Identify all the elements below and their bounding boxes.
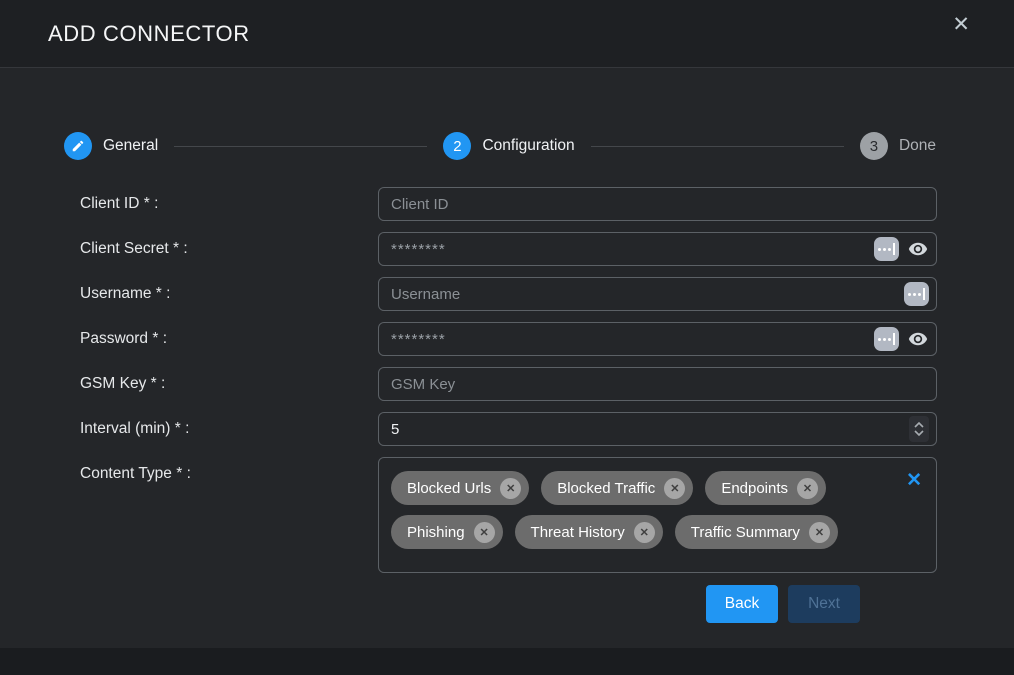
- clear-all-icon[interactable]: ✕: [906, 471, 922, 490]
- password-autofill-icon[interactable]: [904, 282, 929, 306]
- close-icon[interactable]: ✕: [952, 14, 970, 35]
- chip-remove-icon[interactable]: ✕: [474, 522, 495, 543]
- password-autofill-icon[interactable]: [874, 327, 899, 351]
- stepper-connector-line: [174, 146, 427, 147]
- stepper: General 2 Configuration 3 Done: [0, 132, 1014, 160]
- chip-remove-icon[interactable]: ✕: [500, 478, 521, 499]
- form-row-username: Username * :: [80, 277, 937, 311]
- chip-remove-icon[interactable]: ✕: [809, 522, 830, 543]
- gsm-key-input-wrap: [378, 367, 937, 401]
- chip-traffic-summary: Traffic Summary ✕: [675, 515, 838, 549]
- client-id-field[interactable]: [378, 187, 937, 221]
- form-row-client-id: Client ID * :: [80, 187, 937, 221]
- eye-icon[interactable]: [907, 238, 929, 260]
- stepper-step-general[interactable]: General: [64, 132, 158, 160]
- username-field[interactable]: [378, 277, 937, 311]
- interval-input-wrap: [378, 412, 937, 446]
- gsm-key-field[interactable]: [378, 367, 937, 401]
- step-number-3: 3: [860, 132, 888, 160]
- step-number-2: 2: [443, 132, 471, 160]
- content-type-label: Content Type * :: [80, 457, 378, 483]
- next-button[interactable]: Next: [788, 585, 860, 623]
- client-secret-input-wrap: [378, 232, 937, 266]
- form-row-gsm-key: GSM Key * :: [80, 367, 937, 401]
- chip-list: Blocked Urls ✕ Blocked Traffic ✕ Endpoin…: [385, 466, 890, 554]
- chip-remove-icon[interactable]: ✕: [797, 478, 818, 499]
- username-input-wrap: [378, 277, 937, 311]
- password-label: Password * :: [80, 330, 378, 348]
- form-row-content-type: Content Type * : Blocked Urls ✕ Blocked …: [80, 457, 937, 573]
- password-input-wrap: [378, 322, 937, 356]
- step-label-done: Done: [899, 137, 936, 155]
- form-row-client-secret: Client Secret * :: [80, 232, 937, 266]
- chip-endpoints: Endpoints ✕: [705, 471, 826, 505]
- chip-remove-icon[interactable]: ✕: [664, 478, 685, 499]
- password-field[interactable]: [378, 322, 937, 356]
- add-connector-dialog: ADD CONNECTOR ✕ General 2 Configuration …: [0, 0, 1014, 675]
- pencil-icon: [64, 132, 92, 160]
- number-stepper-icon[interactable]: [909, 416, 929, 442]
- chip-threat-history: Threat History ✕: [515, 515, 663, 549]
- gsm-key-label: GSM Key * :: [80, 375, 378, 393]
- client-secret-label: Client Secret * :: [80, 240, 378, 258]
- content-type-multiselect[interactable]: Blocked Urls ✕ Blocked Traffic ✕ Endpoin…: [378, 457, 937, 573]
- interval-field[interactable]: [378, 412, 937, 446]
- page-title: ADD CONNECTOR: [48, 21, 250, 47]
- chip-remove-icon[interactable]: ✕: [634, 522, 655, 543]
- client-id-input-wrap: [378, 187, 937, 221]
- chip-blocked-urls: Blocked Urls ✕: [391, 471, 529, 505]
- back-button[interactable]: Back: [706, 585, 778, 623]
- password-autofill-icon[interactable]: [874, 237, 899, 261]
- interval-label: Interval (min) * :: [80, 420, 378, 438]
- form-row-interval: Interval (min) * :: [80, 412, 937, 446]
- chip-phishing: Phishing ✕: [391, 515, 503, 549]
- stepper-connector-line: [591, 146, 844, 147]
- eye-icon[interactable]: [907, 328, 929, 350]
- stepper-step-configuration[interactable]: 2 Configuration: [443, 132, 574, 160]
- step-label-general: General: [103, 137, 158, 155]
- client-id-label: Client ID * :: [80, 195, 378, 213]
- form-row-password: Password * :: [80, 322, 937, 356]
- username-label: Username * :: [80, 285, 378, 303]
- dialog-actions: Back Next: [80, 585, 937, 623]
- dialog-bottom-bar: [0, 648, 1014, 675]
- configuration-form: Client ID * : Client Secret * : Username…: [0, 187, 1014, 623]
- chip-blocked-traffic: Blocked Traffic ✕: [541, 471, 693, 505]
- step-label-configuration: Configuration: [482, 137, 574, 155]
- stepper-step-done[interactable]: 3 Done: [860, 132, 936, 160]
- client-secret-field[interactable]: [378, 232, 937, 266]
- dialog-header: ADD CONNECTOR ✕: [0, 0, 1014, 68]
